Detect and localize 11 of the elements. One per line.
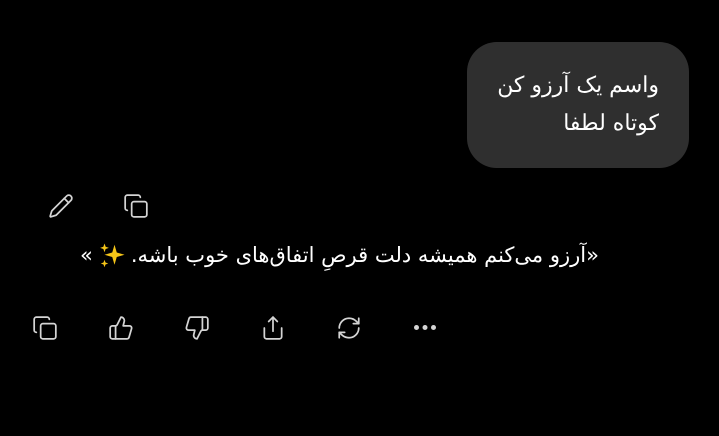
- pencil-icon: [48, 193, 74, 219]
- more-icon: [414, 325, 436, 330]
- response-text: «آرزو می‌کنم همیشه دلت قرصِ اتفاق‌های خوب باشه.: [130, 240, 599, 272]
- message-text: واسم یک آرزو کن: [497, 70, 659, 100]
- copy-icon: [123, 193, 149, 219]
- quote-mark: »: [80, 242, 93, 269]
- thumbs-down-icon: [184, 314, 210, 340]
- thumbs-up-icon: [108, 314, 134, 340]
- copy-icon: [32, 314, 58, 340]
- refresh-icon: [336, 314, 362, 340]
- message-text: کوتاه لطفا: [562, 110, 659, 138]
